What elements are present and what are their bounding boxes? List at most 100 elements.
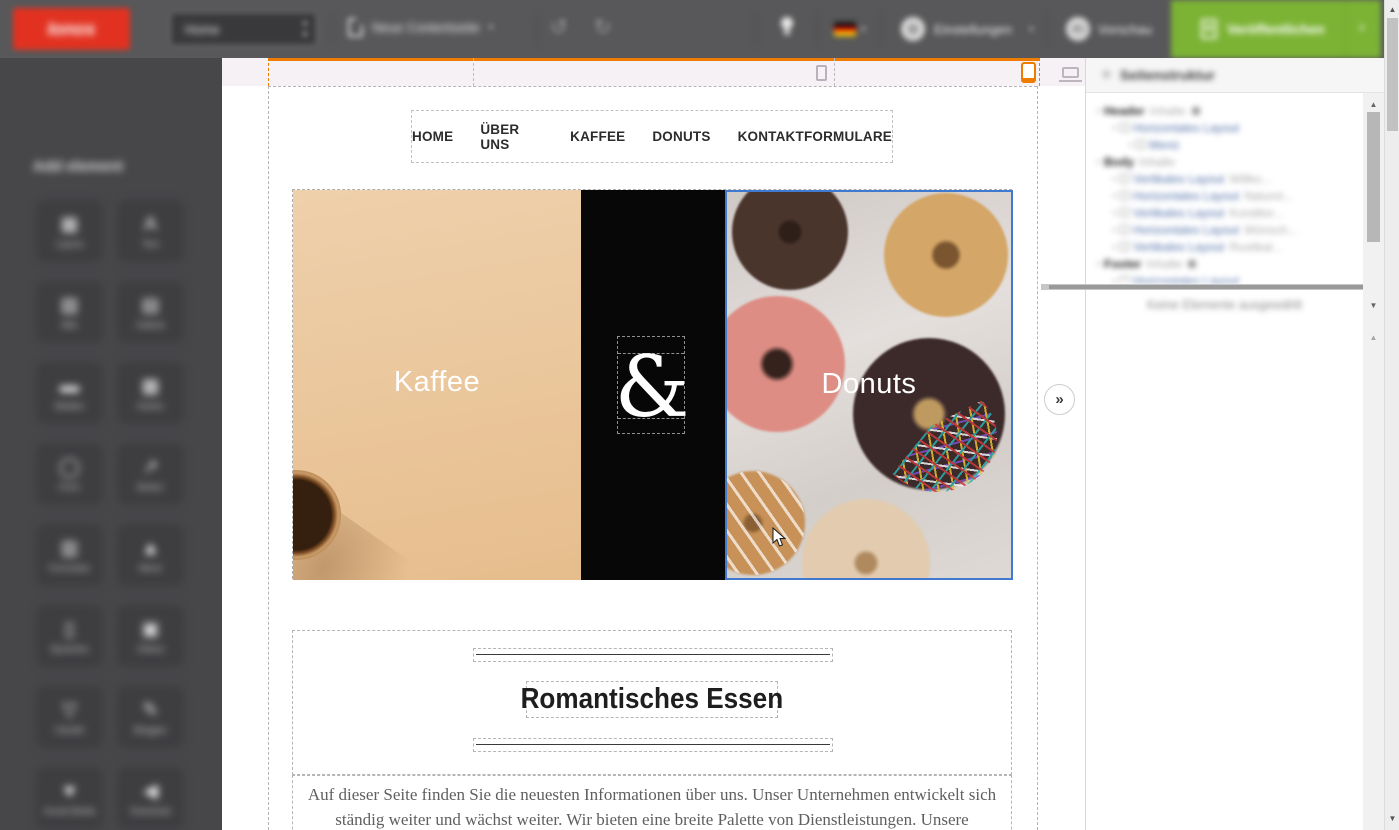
- nav-item[interactable]: DONUTS: [652, 129, 710, 144]
- tree-expand-icon[interactable]: ▸: [1110, 276, 1120, 284]
- divider-element[interactable]: [473, 738, 833, 752]
- element-tile-sprachen[interactable]: ▯Sprachen: [36, 605, 103, 667]
- ampersand-element[interactable]: &: [617, 336, 685, 434]
- panel-scrollbar-thumb[interactable]: [1367, 112, 1380, 242]
- scroll-up-icon[interactable]: ▲: [1385, 5, 1399, 14]
- layout-icon: [1120, 191, 1129, 200]
- donuts-image-selected[interactable]: Donuts: [725, 190, 1013, 580]
- brand-logo[interactable]: Ionos: [13, 8, 130, 50]
- eye-icon[interactable]: [1066, 17, 1090, 41]
- tree-row[interactable]: ▸HeaderInhalte: [1086, 102, 1363, 119]
- phone-breakpoint-icon[interactable]: [816, 65, 827, 81]
- element-tile-button[interactable]: ↗Button: [117, 443, 184, 505]
- element-tile-download[interactable]: ◀Download: [117, 767, 184, 829]
- tree-row[interactable]: ▸Menü: [1086, 136, 1363, 153]
- heading-section[interactable]: Romantisches Essen: [292, 630, 1012, 775]
- tree-expand-icon[interactable]: ▸: [1126, 140, 1136, 149]
- breakpoint-marker[interactable]: [473, 58, 474, 86]
- tree-expand-icon[interactable]: ▸: [1110, 174, 1120, 183]
- tile-icon: ▲: [141, 538, 160, 560]
- tree-expand-icon[interactable]: ▸: [1110, 208, 1120, 217]
- breakpoint-marker[interactable]: [268, 58, 269, 86]
- tree-suffix: Konditor...: [1229, 206, 1283, 220]
- heading-element[interactable]: Romantisches Essen: [526, 681, 778, 718]
- element-tile-formulare[interactable]: ▥Formulare: [36, 524, 103, 586]
- tree-suffix: Willko...: [1229, 172, 1271, 186]
- element-tile-social-media[interactable]: ♥Social Media: [36, 767, 103, 829]
- scroll-down-icon[interactable]: ▼: [1363, 301, 1384, 310]
- nav-item[interactable]: KONTAKTFORMULARE: [738, 129, 892, 144]
- element-tile-medien[interactable]: ▬Medien: [36, 362, 103, 424]
- page-structure-tree[interactable]: ▸HeaderInhalte▸Horizontales Layout▸Menü▸…: [1086, 93, 1363, 284]
- element-tile-text[interactable]: AText: [117, 200, 184, 262]
- scroll-up-icon[interactable]: ▲: [1363, 100, 1384, 109]
- banner-right-label[interactable]: Donuts: [727, 368, 1011, 401]
- banner-left-label[interactable]: Kaffee: [293, 366, 581, 399]
- gear-icon[interactable]: ⚙: [901, 17, 925, 41]
- panel-resize-handle[interactable]: [1041, 284, 1379, 290]
- settings-label[interactable]: Einstellungen: [934, 22, 1012, 37]
- tree-row[interactable]: ▸Horizontales Layout: [1086, 272, 1363, 284]
- tree-expand-icon[interactable]: ▸: [1094, 106, 1104, 115]
- preview-label[interactable]: Vorschau: [1098, 22, 1152, 37]
- element-tile-menü[interactable]: ▲Menü: [117, 524, 184, 586]
- laptop-breakpoint-icon[interactable]: [1062, 67, 1079, 78]
- publish-chevron-icon[interactable]: ›: [1359, 17, 1365, 37]
- element-tile-handel[interactable]: ▽Handel: [36, 686, 103, 748]
- element-tile-videos[interactable]: ▣Videos: [117, 605, 184, 667]
- phone-breakpoint-active-icon[interactable]: [1021, 62, 1036, 83]
- chevron-down-icon[interactable]: ▾: [861, 24, 866, 35]
- element-tile-karten[interactable]: ▩Karten: [117, 362, 184, 424]
- breakpoint-marker[interactable]: [834, 58, 835, 86]
- tree-row[interactable]: ▸Horizontales Layout: [1086, 119, 1363, 136]
- redo-button[interactable]: ↻: [594, 16, 612, 40]
- nav-item[interactable]: HOME: [412, 129, 453, 144]
- element-tile-bloggen[interactable]: ✎Bloggen: [117, 686, 184, 748]
- tree-row[interactable]: ▸FooterInhalte: [1086, 255, 1363, 272]
- tree-expand-icon[interactable]: ▸: [1110, 242, 1120, 251]
- toolbar-divider: [1047, 12, 1048, 46]
- tree-row[interactable]: ▸Horizontales LayoutNaturel...: [1086, 187, 1363, 204]
- tree-expand-icon[interactable]: ▸: [1110, 225, 1120, 234]
- tree-row[interactable]: ▸Vertikales LayoutWillko...: [1086, 170, 1363, 187]
- panel-collapse-button[interactable]: »: [1044, 384, 1075, 415]
- divider-element[interactable]: [473, 648, 833, 662]
- tree-row[interactable]: ▸Vertikales LayoutKonditor...: [1086, 204, 1363, 221]
- window-scrollbar-thumb[interactable]: [1387, 18, 1398, 131]
- coffee-image[interactable]: Kaffee: [293, 190, 581, 580]
- spinner-icons[interactable]: ▲▼: [301, 17, 309, 41]
- tree-row[interactable]: ▸Horizontales LayoutWünsch...: [1086, 221, 1363, 238]
- publish-button[interactable]: Veröffentlichen ›: [1171, 0, 1381, 58]
- banner-row[interactable]: Kaffee & Donuts: [292, 189, 1012, 579]
- tree-row[interactable]: ▸Vertikales LayoutRustikal...: [1086, 238, 1363, 255]
- scroll-down-icon[interactable]: ▼: [1385, 814, 1399, 823]
- tree-expand-icon[interactable]: ▸: [1094, 157, 1104, 166]
- scroll-up-icon[interactable]: ▲: [1363, 333, 1384, 342]
- paragraph-element[interactable]: Auf dieser Seite finden Sie die neuesten…: [292, 775, 1012, 830]
- element-tile-galerie[interactable]: ▤Galerie: [117, 281, 184, 343]
- page-selector-dropdown[interactable]: Home ▲▼: [170, 12, 317, 46]
- site-nav-menu[interactable]: HOME ÜBER UNS KAFFEE DONUTS KONTAKTFORMULARE: [411, 110, 893, 163]
- tree-row[interactable]: ▸BodyInhalte: [1086, 153, 1363, 170]
- chevron-down-icon[interactable]: ▾: [1029, 24, 1034, 35]
- window-scrollbar[interactable]: ▲ ▼: [1384, 0, 1399, 830]
- breakpoint-ruler[interactable]: [222, 58, 1085, 86]
- layout-icon: [1120, 242, 1129, 251]
- content-page-tab[interactable]: Neue Contentseite ▾: [348, 18, 493, 37]
- breakpoint-marker[interactable]: [1039, 58, 1040, 86]
- panel-scrollbar[interactable]: ▲ ▼ ▲ ▼: [1363, 93, 1384, 830]
- nav-item[interactable]: KAFFEE: [570, 129, 625, 144]
- tree-expand-icon[interactable]: ▸: [1110, 191, 1120, 200]
- element-tile-form[interactable]: ◯Form: [36, 443, 103, 505]
- tile-icon: ▩: [142, 376, 160, 398]
- german-flag-icon[interactable]: [834, 22, 856, 36]
- undo-button[interactable]: ↺: [550, 16, 568, 40]
- editor-canvas[interactable]: HOME ÜBER UNS KAFFEE DONUTS KONTAKTFORMULARE…: [222, 58, 1085, 830]
- tile-icon: ♥: [64, 781, 75, 803]
- lightbulb-icon[interactable]: [781, 17, 793, 29]
- element-tile-layout[interactable]: ▦Layout: [36, 200, 103, 262]
- nav-item[interactable]: ÜBER UNS: [480, 122, 543, 152]
- tree-expand-icon[interactable]: ▸: [1094, 259, 1104, 268]
- element-tile-bild[interactable]: ▨Bild: [36, 281, 103, 343]
- tree-expand-icon[interactable]: ▸: [1110, 123, 1120, 132]
